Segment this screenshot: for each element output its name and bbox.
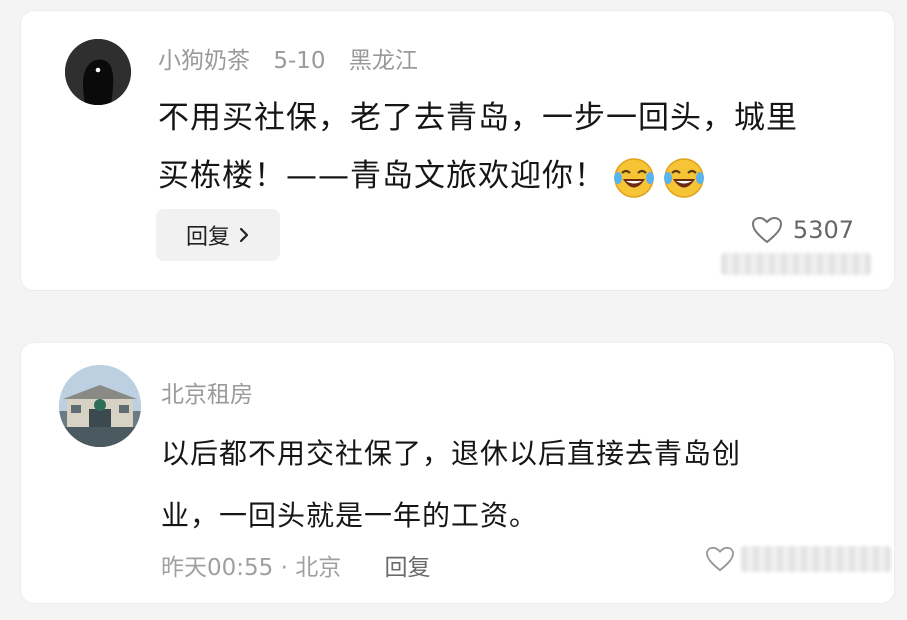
comment-location: 黑龙江: [348, 48, 418, 74]
chevron-right-icon: [239, 227, 249, 243]
blurred-region: [741, 546, 891, 572]
reply-button-label: 回复: [185, 225, 230, 250]
avatar[interactable]: [65, 39, 131, 105]
laughing-crying-emoji-icon: [614, 157, 654, 198]
comment-card: 北京租房 以后都不用交社保了，退休以后直接去青岛创 业，一回头就是一年的工资。 …: [20, 342, 895, 604]
like-button[interactable]: 5307: [751, 216, 854, 244]
comment-time-location: 昨天00:55 · 北京: [161, 555, 342, 581]
avatar-building-icon: [59, 365, 141, 447]
comment-text-line-2: 买栋楼！——青岛文旅欢迎你！: [158, 158, 606, 194]
avatar[interactable]: [59, 365, 141, 447]
username[interactable]: 小狗奶茶: [158, 48, 250, 74]
comment-text: 以后都不用交社保了，退休以后直接去青岛创 业，一回头就是一年的工资。: [161, 423, 741, 547]
avatar-silhouette-icon: [65, 39, 131, 105]
comment-text: 不用买社保，老了去青岛，一步一回头，城里 买栋楼！——青岛文旅欢迎你！: [158, 89, 798, 205]
heart-icon: [706, 546, 734, 572]
comment-meta: 小狗奶茶 5-10 黑龙江: [158, 41, 434, 75]
heart-icon: [751, 216, 782, 244]
laughing-crying-emoji-icon: [664, 157, 704, 198]
like-count: 5307: [792, 216, 854, 244]
reply-button[interactable]: 回复: [385, 555, 431, 581]
username[interactable]: 北京租房: [161, 382, 253, 408]
comment-meta: 北京租房: [161, 375, 253, 409]
comment-text-line: 买栋楼！——青岛文旅欢迎你！: [158, 147, 798, 205]
like-button[interactable]: [705, 546, 891, 572]
comment-text-line: 不用买社保，老了去青岛，一步一回头，城里: [158, 100, 798, 136]
blurred-region: [721, 253, 871, 275]
comment-date: 5-10: [273, 48, 326, 74]
comment-text-line: 业，一回头就是一年的工资。: [161, 499, 539, 532]
comment-text-line: 以后都不用交社保了，退休以后直接去青岛创: [161, 437, 742, 470]
comment-card: 小狗奶茶 5-10 黑龙江 不用买社保，老了去青岛，一步一回头，城里 买栋楼！—…: [20, 10, 895, 291]
comment-footer: 昨天00:55 · 北京 回复: [161, 548, 431, 582]
reply-button[interactable]: 回复: [156, 209, 280, 261]
